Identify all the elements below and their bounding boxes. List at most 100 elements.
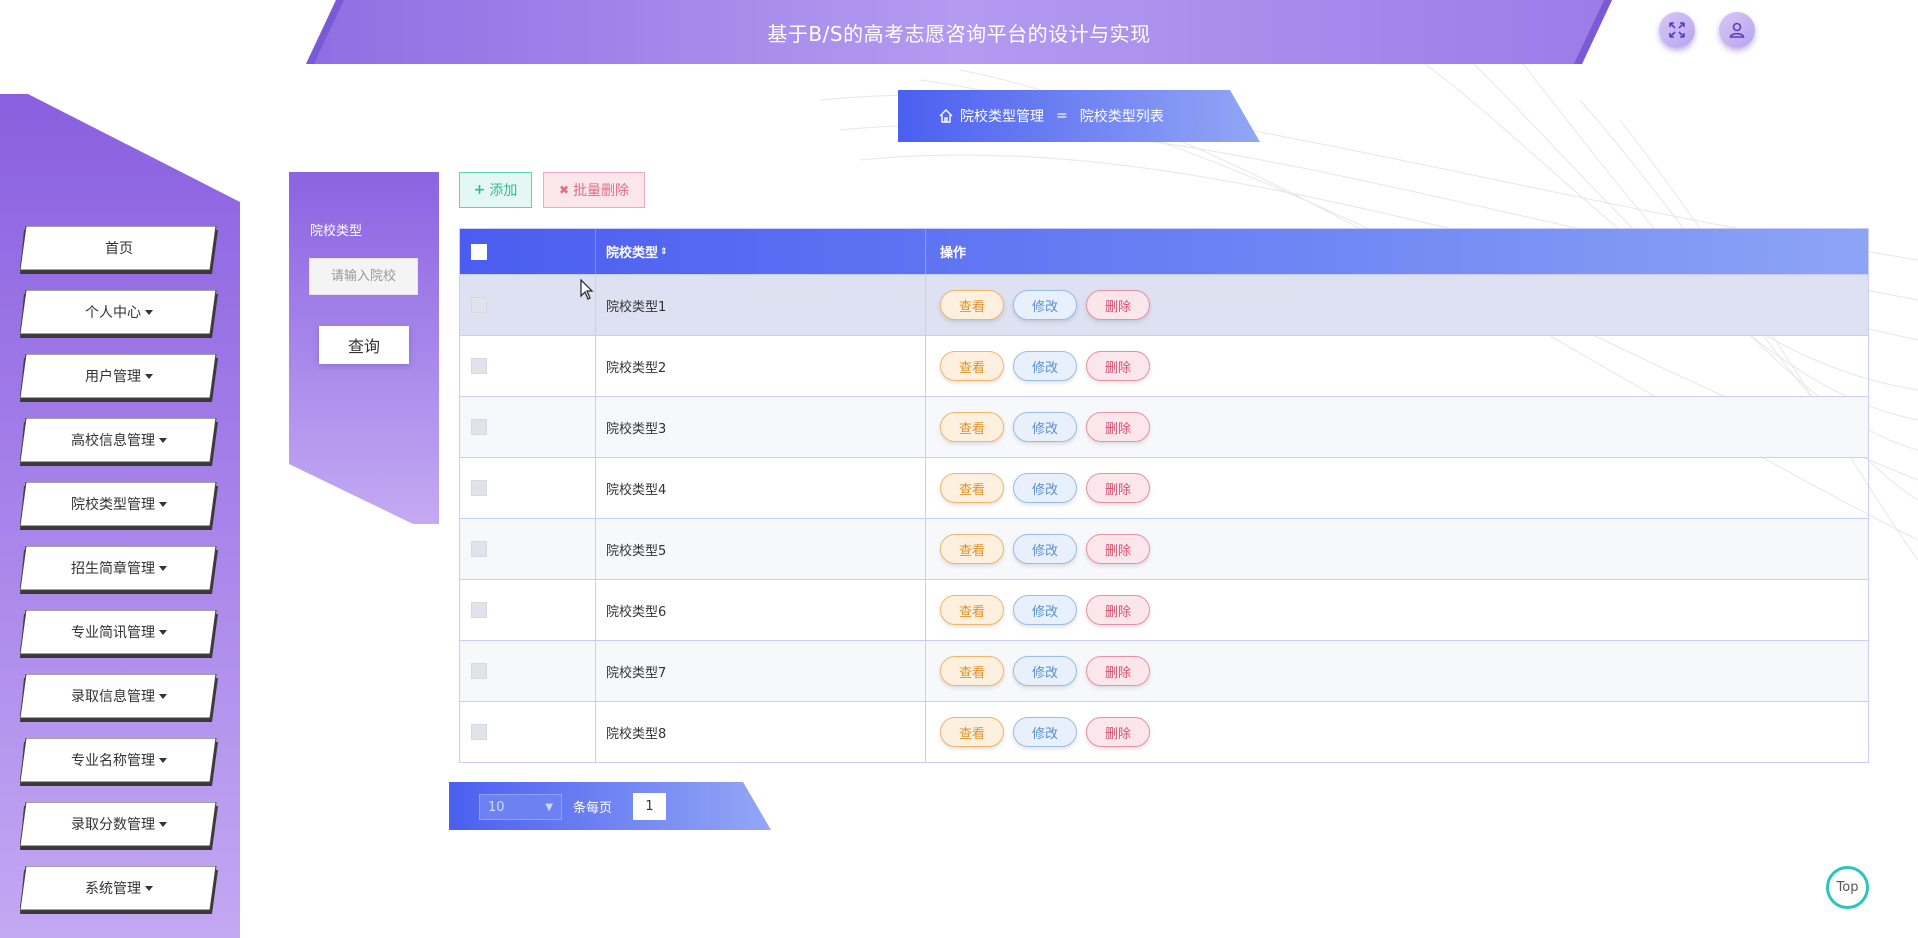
edit-button[interactable]: 修改 (1013, 351, 1077, 381)
row-checkbox[interactable] (471, 419, 487, 435)
user-menu-button[interactable] (1719, 12, 1755, 48)
page-size-select[interactable]: 10 ▼ (479, 794, 562, 820)
table-row: 院校类型1 查看 修改 删除 (460, 274, 1868, 335)
caret-down-icon (159, 693, 167, 699)
table-row: 院校类型7 查看 修改 删除 (460, 640, 1868, 701)
sidebar-item-label: 录取信息管理 (20, 674, 218, 718)
breadcrumb-current: 院校类型列表 (1079, 109, 1164, 125)
caret-down-icon (159, 821, 167, 827)
table-row: 院校类型4 查看 修改 删除 (460, 457, 1868, 518)
school-type-cell: 院校类型8 (606, 726, 667, 742)
column-header-type[interactable]: 院校类型 ⇕ (596, 229, 926, 274)
school-type-cell: 院校类型2 (606, 360, 667, 376)
add-button[interactable]: + 添加 (459, 172, 532, 208)
sidebar-item[interactable]: 个人中心 (20, 290, 218, 338)
sidebar-item-label: 专业名称管理 (20, 738, 218, 782)
sidebar-item-text: 首页 (105, 241, 133, 257)
view-button[interactable]: 查看 (940, 717, 1004, 747)
sidebar-item[interactable]: 录取信息管理 (20, 674, 218, 722)
search-input[interactable]: 请输入院校 (309, 258, 418, 295)
edit-button[interactable]: 修改 (1013, 412, 1077, 442)
delete-button[interactable]: 删除 (1086, 656, 1150, 686)
view-button[interactable]: 查看 (940, 656, 1004, 686)
view-button[interactable]: 查看 (940, 534, 1004, 564)
sidebar-item-text: 系统管理 (85, 881, 141, 897)
delete-button[interactable]: 删除 (1086, 412, 1150, 442)
sidebar-item-label: 录取分数管理 (20, 802, 218, 846)
fullscreen-button[interactable] (1659, 12, 1695, 48)
search-panel: 院校类型 请输入院校 查询 (289, 172, 439, 524)
plus-icon: + (473, 182, 486, 198)
sidebar-item-label: 高校信息管理 (20, 418, 218, 462)
sidebar-item-text: 个人中心 (85, 305, 141, 321)
sidebar-item[interactable]: 高校信息管理 (20, 418, 218, 466)
search-button[interactable]: 查询 (319, 326, 409, 364)
back-to-top-button[interactable]: Top (1826, 866, 1869, 909)
sidebar-item[interactable]: 系统管理 (20, 866, 218, 914)
delete-button[interactable]: 删除 (1086, 290, 1150, 320)
delete-button[interactable]: 删除 (1086, 534, 1150, 564)
page-number-1[interactable]: 1 (633, 793, 666, 820)
school-type-cell: 院校类型7 (606, 665, 667, 681)
sidebar-item-text: 专业名称管理 (71, 753, 155, 769)
sidebar-item[interactable]: 院校类型管理 (20, 482, 218, 530)
row-checkbox[interactable] (471, 663, 487, 679)
sidebar-item[interactable]: 录取分数管理 (20, 802, 218, 850)
column-header-actions: 操作 (940, 246, 967, 261)
caret-down-icon (159, 437, 167, 443)
caret-down-icon (145, 885, 153, 891)
sidebar-item-label: 首页 (20, 226, 218, 270)
sort-icon[interactable]: ⇕ (660, 247, 668, 257)
view-button[interactable]: 查看 (940, 351, 1004, 381)
caret-down-icon (145, 309, 153, 315)
view-button[interactable]: 查看 (940, 595, 1004, 625)
batch-delete-button[interactable]: ✖ 批量删除 (543, 172, 645, 208)
edit-button[interactable]: 修改 (1013, 656, 1077, 686)
school-type-cell: 院校类型4 (606, 482, 667, 498)
table-row: 院校类型8 查看 修改 删除 (460, 701, 1868, 762)
delete-button[interactable]: 删除 (1086, 717, 1150, 747)
delete-button[interactable]: 删除 (1086, 473, 1150, 503)
sidebar-item[interactable]: 专业简讯管理 (20, 610, 218, 658)
chevron-down-icon: ▼ (545, 801, 553, 813)
page-title: 基于B/S的高考志愿咨询平台的设计与实现 (767, 21, 1151, 46)
caret-down-icon (145, 373, 153, 379)
add-button-label: 添加 (489, 183, 518, 199)
home-icon (939, 109, 953, 123)
sidebar-item-label: 个人中心 (20, 290, 218, 334)
breadcrumb-parent[interactable]: 院校类型管理 (960, 106, 1044, 126)
table-row: 院校类型5 查看 修改 删除 (460, 518, 1868, 579)
row-checkbox[interactable] (471, 724, 487, 740)
view-button[interactable]: 查看 (940, 473, 1004, 503)
edit-button[interactable]: 修改 (1013, 473, 1077, 503)
row-checkbox[interactable] (471, 480, 487, 496)
sidebar-item-label: 院校类型管理 (20, 482, 218, 526)
table-row: 院校类型3 查看 修改 删除 (460, 396, 1868, 457)
delete-button[interactable]: 删除 (1086, 351, 1150, 381)
row-checkbox[interactable] (471, 541, 487, 557)
breadcrumb-separator: = (1056, 108, 1068, 124)
sidebar-item-label: 用户管理 (20, 354, 218, 398)
edit-button[interactable]: 修改 (1013, 534, 1077, 564)
breadcrumb: 院校类型管理 = 院校类型列表 (898, 90, 1260, 142)
select-all-checkbox[interactable] (471, 243, 487, 260)
edit-button[interactable]: 修改 (1013, 595, 1077, 625)
page-size-value: 10 (488, 799, 505, 815)
sidebar-item[interactable]: 专业名称管理 (20, 738, 218, 786)
caret-down-icon (159, 629, 167, 635)
batch-delete-label: 批量删除 (573, 183, 630, 199)
view-button[interactable]: 查看 (940, 290, 1004, 320)
sidebar-item[interactable]: 首页 (20, 226, 218, 274)
row-checkbox[interactable] (471, 297, 487, 313)
edit-button[interactable]: 修改 (1013, 290, 1077, 320)
edit-button[interactable]: 修改 (1013, 717, 1077, 747)
sidebar-item-label: 系统管理 (20, 866, 218, 910)
caret-down-icon (159, 501, 167, 507)
sidebar-item[interactable]: 用户管理 (20, 354, 218, 402)
delete-button[interactable]: 删除 (1086, 595, 1150, 625)
sidebar-item[interactable]: 招生简章管理 (20, 546, 218, 594)
view-button[interactable]: 查看 (940, 412, 1004, 442)
row-checkbox[interactable] (471, 602, 487, 618)
row-checkbox[interactable] (471, 358, 487, 374)
sidebar-item-label: 招生简章管理 (20, 546, 218, 590)
